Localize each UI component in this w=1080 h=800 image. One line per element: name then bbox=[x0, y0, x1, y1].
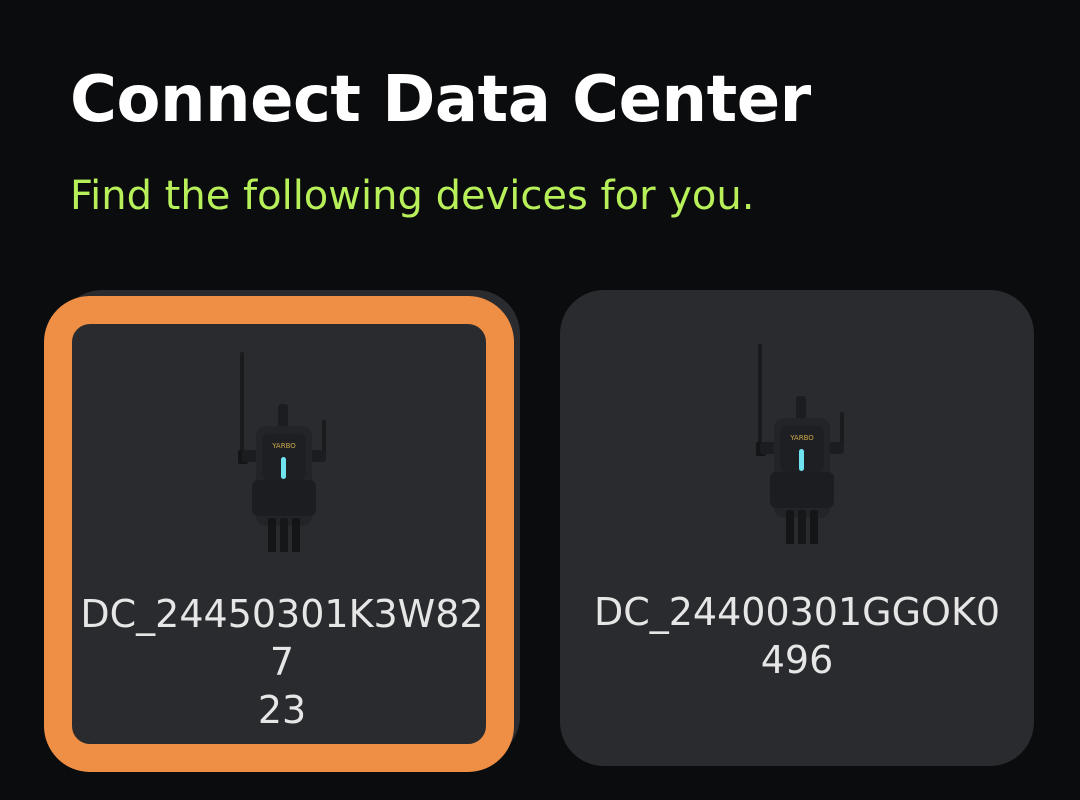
device-card-selected[interactable]: YARBO DC_24450301K3W827 23 bbox=[44, 296, 514, 772]
device-name-line-2: 23 bbox=[257, 688, 307, 732]
device-brand-label: YARBO bbox=[789, 434, 814, 442]
device-name: DC_24400301GGOK0 496 bbox=[570, 588, 1024, 684]
device-brand-label: YARBO bbox=[271, 442, 296, 450]
device-name-line-2: 496 bbox=[760, 638, 834, 682]
data-center-device-icon: YARBO bbox=[238, 352, 326, 552]
device-name: DC_24450301K3W827 23 bbox=[72, 590, 486, 734]
data-center-device-icon: YARBO bbox=[756, 344, 844, 544]
connect-data-center-screen: Connect Data Center Find the following d… bbox=[0, 0, 1080, 800]
device-card[interactable]: YARBO DC_24400301GGOK0 496 bbox=[560, 290, 1034, 766]
page-subtitle: Find the following devices for you. bbox=[70, 173, 755, 219]
device-name-line-1: DC_24450301K3W827 bbox=[80, 592, 484, 684]
device-name-line-1: DC_24400301GGOK0 bbox=[593, 590, 1001, 634]
page-title: Connect Data Center bbox=[70, 63, 811, 137]
